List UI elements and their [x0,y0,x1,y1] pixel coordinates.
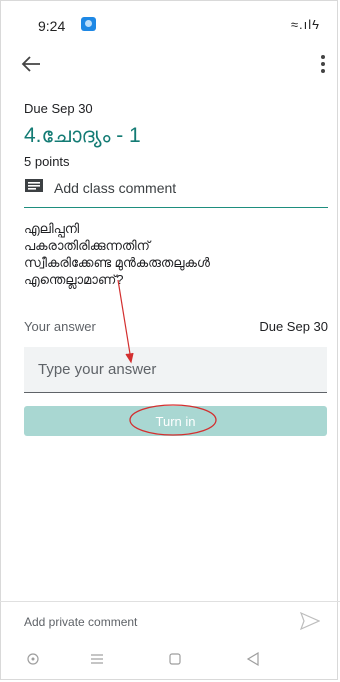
question-text: എലിപ്പനി പകരാതിരിക്കുന്നതിന് സ്വീകരിക്കേ… [24,220,314,288]
classroom-notification-icon [81,17,96,31]
private-comment-bar: Add private comment [0,601,340,640]
comment-icon [25,179,43,192]
add-class-comment-label: Add class comment [54,180,177,196]
top-app-bar [0,46,340,82]
assignment-title: 4.ചോദ്യം - 1 [24,124,141,147]
status-indicators: ≈.ılϟ [290,17,320,32]
due-date: Due Sep 30 [24,101,93,116]
circle-nav-icon[interactable] [24,650,42,668]
your-answer-label: Your answer [24,319,96,334]
question-line: എന്തെല്ലാമാണ്? [24,272,124,287]
status-bar: 9:24 ≈.ılϟ [0,0,340,40]
points-label: 5 points [24,154,70,169]
home-square-icon[interactable] [166,650,184,668]
add-private-comment-field[interactable]: Add private comment [24,615,137,629]
question-line: എലിപ്പനി [24,221,80,236]
turn-in-button[interactable]: Turn in [24,406,327,436]
status-time: 9:24 [38,18,66,34]
back-triangle-icon[interactable] [244,650,262,668]
question-line: സ്വീകരിക്കേണ്ട മുൻകരുതലുകൾ [24,255,210,270]
question-line: പകരാതിരിക്കുന്നതിന് [24,238,150,253]
more-vertical-icon[interactable] [318,52,328,76]
answer-due-date: Due Sep 30 [259,319,328,334]
system-nav-bar [0,640,340,680]
menu-nav-icon[interactable] [88,650,106,668]
answer-input[interactable] [24,347,327,393]
add-class-comment-button[interactable]: Add class comment [24,175,328,205]
send-icon[interactable] [300,612,320,630]
divider [24,207,328,208]
arrow-left-icon[interactable] [20,54,42,74]
